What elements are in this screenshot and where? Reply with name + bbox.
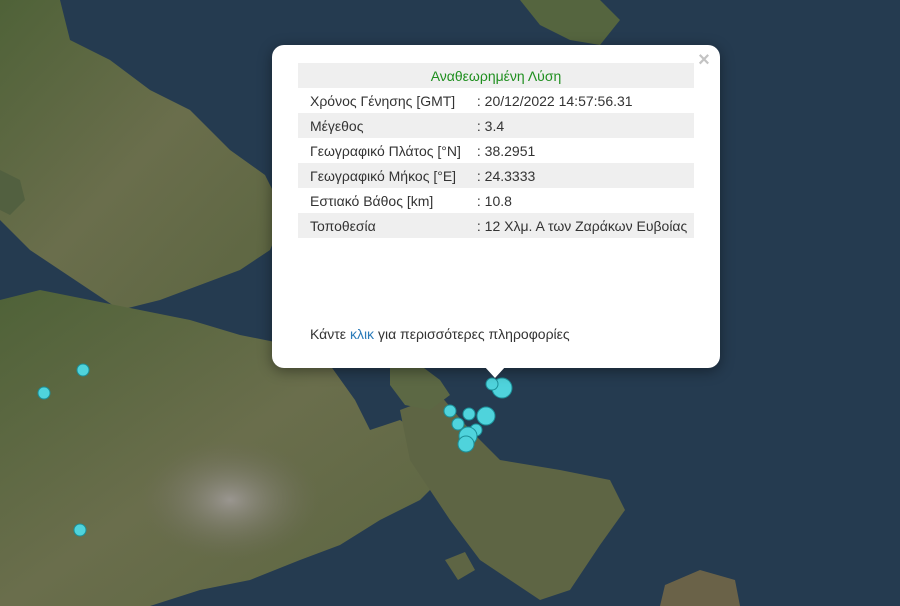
earthquake-marker[interactable]	[457, 435, 475, 453]
more-prefix: Κάντε	[310, 326, 347, 342]
row-value: : 12 Χλμ. Α των Ζαράκων Ευβοίας	[466, 213, 694, 238]
table-row: Τοποθεσία : 12 Χλμ. Α των Ζαράκων Ευβοία…	[298, 213, 694, 238]
popup-title: Αναθεωρημένη Λύση	[298, 63, 694, 88]
popup-title-row: Αναθεωρημένη Λύση	[298, 63, 694, 88]
row-label: Εστιακό Βάθος [km]	[310, 193, 434, 209]
urban-area	[140, 440, 320, 560]
row-value: : 38.2951	[476, 143, 536, 159]
table-row: Μέγεθος : 3.4	[298, 113, 694, 138]
more-info-line: Κάντε κλικ για περισσότερες πληροφορίες	[310, 326, 570, 342]
earthquake-info-popup: × Αναθεωρημένη Λύση Χρόνος Γένησης [GMT]…	[272, 45, 720, 368]
earthquake-marker[interactable]	[485, 377, 499, 391]
row-label: Γεωγραφικό Μήκος [°E]	[298, 163, 467, 188]
info-table: Αναθεωρημένη Λύση Χρόνος Γένησης [GMT] :…	[298, 63, 694, 238]
row-value: : 10.8	[476, 193, 512, 209]
row-value: : 3.4	[466, 113, 694, 138]
table-row: Γεωγραφικό Μήκος [°E] : 24.3333	[298, 163, 694, 188]
earthquake-marker[interactable]	[37, 386, 51, 400]
earthquake-marker[interactable]	[76, 363, 90, 377]
table-row: Εστιακό Βάθος [km] : 10.8	[298, 188, 694, 213]
row-label: Τοποθεσία	[298, 213, 467, 238]
earthquake-marker[interactable]	[73, 523, 87, 537]
row-label: Γεωγραφικό Πλάτος [°N]	[310, 143, 461, 159]
row-label: Χρόνος Γένησης [GMT]	[310, 93, 456, 109]
more-suffix: για περισσότερες πληροφορίες	[377, 326, 570, 342]
table-row: Γεωγραφικό Πλάτος [°N] : 38.2951	[298, 138, 694, 163]
popup-tip	[484, 366, 506, 378]
close-icon[interactable]: ×	[696, 50, 712, 70]
earthquake-marker[interactable]	[462, 407, 476, 421]
row-value: : 24.3333	[466, 163, 694, 188]
table-row: Χρόνος Γένησης [GMT] : 20/12/2022 14:57:…	[298, 88, 694, 113]
earthquake-marker[interactable]	[443, 404, 457, 418]
more-info-link[interactable]: κλικ	[350, 326, 374, 342]
earthquake-marker[interactable]	[476, 406, 496, 426]
row-value: : 20/12/2022 14:57:56.31	[476, 93, 633, 109]
earthquake-marker[interactable]	[451, 417, 465, 431]
row-label: Μέγεθος	[298, 113, 467, 138]
